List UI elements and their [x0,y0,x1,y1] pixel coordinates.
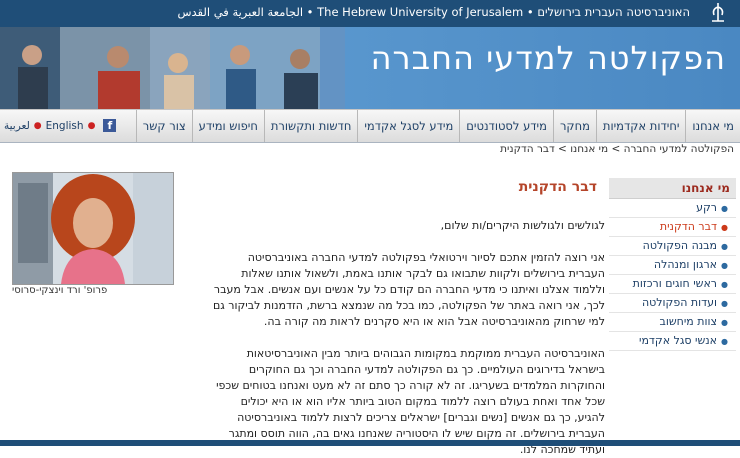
separator-dot-icon: ● [33,120,42,131]
nav-item-search[interactable]: חיפוש ומידע [191,110,264,142]
breadcrumb[interactable]: הפקולטה למדעי החברה > מי אנחנו > דבר הדק… [500,143,734,155]
sidebar-item-label: ארגון ומנהלה [653,258,718,271]
sidebar-item-label: אנשי סגל אקדמי [638,334,718,347]
faculty-title: הפקולטה למדעי החברה [370,39,726,77]
bullet-icon: ● [721,261,728,270]
sidebar: מי אנחנו ●רקע ●דבר הדקנית ●מבנה הפקולטה … [609,178,736,351]
sidebar-title[interactable]: מי אנחנו [609,178,736,199]
nav-item-news[interactable]: חדשות ותקשורת [263,110,357,142]
separator-dot-icon: ● [87,120,96,131]
language-switcher: لعربية ● English ● f [4,119,117,132]
sidebar-item-label: רקע [696,201,718,214]
bullet-icon: ● [721,242,728,251]
main-navigation: מי אנחנו יחידות אקדמיות מחקר מידע לסטודנ… [0,109,740,143]
nav-item-students[interactable]: מידע לסטודנטים [459,110,553,142]
nav-menu: מי אנחנו יחידות אקדמיות מחקר מידע לסטודנ… [135,110,740,142]
sidebar-item-label: צוות מיחשוב [659,315,718,328]
dean-portrait-image [13,173,173,284]
sidebar-item-label: ראשי חוגים ורכזות [632,277,718,290]
sidebar-item-academic-staff[interactable]: ●אנשי סגל אקדמי [609,332,736,351]
bullet-icon: ● [721,318,728,327]
greeting-text: לגולשים ולגולשות היקרים/ות שלום, [440,219,605,232]
bullet-icon: ● [721,337,728,346]
nav-item-research[interactable]: מחקר [552,110,596,142]
nav-item-about[interactable]: מי אנחנו [685,110,740,142]
university-logo-icon[interactable] [706,1,730,25]
bullet-icon: ● [721,299,728,308]
sidebar-item-dean-message[interactable]: ●דבר הדקנית [609,218,736,237]
page-title: דבר הדקנית [518,179,597,195]
dean-photo [12,172,174,285]
dean-photo-caption: פרופ' ורד וינצקי-סרוסי [12,285,108,296]
sidebar-item-administration[interactable]: ●ארגון ומנהלה [609,256,736,275]
sidebar-item-background[interactable]: ●רקע [609,199,736,218]
main-content: דבר הדקנית לגולשים ולגולשות היקרים/ות של… [209,178,605,458]
english-link[interactable]: English [46,120,84,132]
sidebar-item-structure[interactable]: ●מבנה הפקולטה [609,237,736,256]
sidebar-item-label: ועדות הפקולטה [641,296,718,309]
facebook-icon[interactable]: f [103,119,117,132]
nav-item-contact[interactable]: צור קשר [135,110,192,142]
sidebar-item-department-heads[interactable]: ●ראשי חוגים ורכזות [609,275,736,294]
arabic-link[interactable]: لعربية [4,120,30,132]
sidebar-item-committees[interactable]: ●ועדות הפקולטה [609,294,736,313]
students-photo [0,27,345,109]
nav-item-faculty-staff[interactable]: מידע לסגל אקדמי [357,110,459,142]
faculty-banner: הפקולטה למדעי החברה [0,27,740,109]
bullet-icon: ● [721,223,728,232]
top-bar: האוניברסיטה העברית בירושלים • The Hebrew… [0,0,740,28]
sidebar-item-computing-staff[interactable]: ●צוות מיחשוב [609,313,736,332]
paragraph-1: אני רוצה להזמין אתכם לסיור וירטואלי בפקו… [212,251,605,328]
university-name[interactable]: האוניברסיטה העברית בירושלים • The Hebrew… [177,5,690,19]
bullet-icon: ● [721,204,728,213]
footer-bar [0,440,740,446]
bullet-icon: ● [721,280,728,289]
sidebar-item-label: מבנה הפקולטה [642,239,718,252]
nav-item-academic-units[interactable]: יחידות אקדמיות [595,110,685,142]
sidebar-item-label: דבר הדקנית [659,220,718,233]
